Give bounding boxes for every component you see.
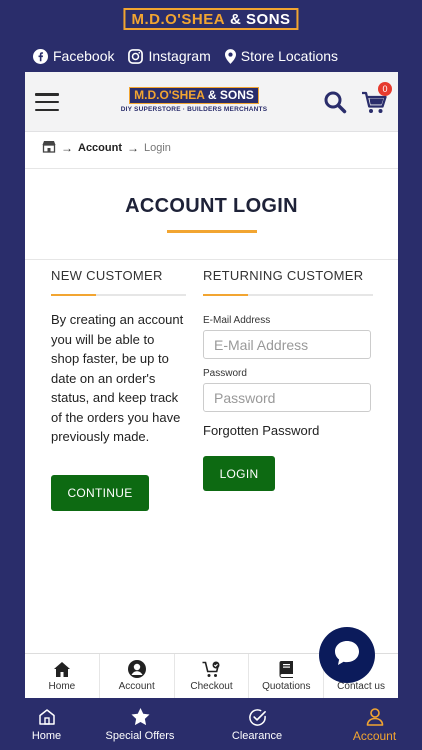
tab-home-label: Home xyxy=(31,730,62,742)
chat-button[interactable] xyxy=(319,627,375,683)
store-locations-label: Store Locations xyxy=(240,48,339,64)
nav-account-label: Account xyxy=(118,681,155,692)
login-button[interactable]: LOGIN xyxy=(203,456,275,491)
person-icon xyxy=(366,705,384,727)
header-logo[interactable]: M.D.O'SHEA & SONS DIY SUPERSTORE · BUILD… xyxy=(119,86,269,116)
brand-logo-part1: M.D.O'SHEA xyxy=(131,10,226,28)
page-title-section: ACCOUNT LOGIN xyxy=(25,168,398,260)
instagram-icon xyxy=(128,48,144,64)
tab-home[interactable]: Home xyxy=(0,698,93,750)
nav-home-label: Home xyxy=(48,681,76,692)
breadcrumb-login: Login xyxy=(144,142,171,154)
breadcrumb-account[interactable]: Account xyxy=(78,142,122,154)
page-title: ACCOUNT LOGIN xyxy=(125,195,298,217)
brand-logo-part2: & SONS xyxy=(230,10,291,28)
location-pin-icon xyxy=(224,48,236,64)
facebook-icon xyxy=(33,48,48,64)
new-customer-section: NEW CUSTOMER By creating an account you … xyxy=(51,268,186,447)
home-icon xyxy=(53,660,70,678)
nav-checkout-label: Checkout xyxy=(190,681,233,692)
returning-customer-heading: RETURNING CUSTOMER xyxy=(203,268,364,283)
search-icon[interactable] xyxy=(323,90,347,114)
breadcrumb-arrow-icon: → xyxy=(61,141,73,155)
new-customer-heading: NEW CUSTOMER xyxy=(51,268,163,283)
tab-clearance[interactable]: Clearance xyxy=(187,698,327,750)
home-outline-icon xyxy=(38,706,56,728)
password-field[interactable]: Password xyxy=(203,383,371,412)
tab-account-label: Account xyxy=(352,729,397,743)
continue-button[interactable]: CONTINUE xyxy=(51,475,149,511)
new-customer-text: By creating an account you will be able … xyxy=(51,312,184,444)
section-divider xyxy=(203,294,373,296)
header-logo-part1: M.D.O'SHEA xyxy=(134,88,205,102)
app-tab-bar: Home Special Offers Clearance Account xyxy=(0,698,422,750)
instagram-label: Instagram xyxy=(148,48,211,64)
star-icon xyxy=(131,706,150,728)
header-logo-tagline: DIY SUPERSTORE · BUILDERS MERCHANTS xyxy=(120,106,268,113)
breadcrumb-arrow-icon: → xyxy=(127,141,139,155)
tab-special-offers[interactable]: Special Offers xyxy=(93,698,187,750)
book-icon xyxy=(278,660,294,678)
header-logo-part2: & SONS xyxy=(207,88,254,102)
menu-icon[interactable] xyxy=(35,93,59,111)
user-circle-icon xyxy=(127,660,146,678)
forgotten-password-link[interactable]: Forgotten Password xyxy=(203,423,373,438)
tab-account[interactable]: Account xyxy=(327,698,422,750)
check-circle-icon xyxy=(248,706,267,728)
password-label: Password xyxy=(203,368,247,379)
cart-check-icon xyxy=(202,660,221,678)
web-page: M.D.O'SHEA & SONS DIY SUPERSTORE · BUILD… xyxy=(25,72,398,698)
nav-checkout[interactable]: Checkout xyxy=(175,654,250,698)
store-home-icon[interactable] xyxy=(42,140,56,156)
store-locations-link[interactable]: Store Locations xyxy=(224,48,339,64)
section-divider xyxy=(51,294,186,296)
tab-clearance-label: Clearance xyxy=(231,730,283,742)
email-label: E-Mail Address xyxy=(203,315,271,326)
email-field[interactable]: E-Mail Address xyxy=(203,330,371,359)
nav-quotations-label: Quotations xyxy=(262,681,311,692)
nav-account[interactable]: Account xyxy=(100,654,175,698)
instagram-link[interactable]: Instagram xyxy=(128,48,211,64)
brand-logo[interactable]: M.D.O'SHEA & SONS xyxy=(123,8,299,30)
social-links: Facebook Instagram Store Locations xyxy=(33,48,402,64)
chat-bubble-icon xyxy=(332,638,362,673)
site-header: M.D.O'SHEA & SONS DIY SUPERSTORE · BUILD… xyxy=(25,72,398,132)
title-underline xyxy=(166,230,257,233)
nav-home[interactable]: Home xyxy=(25,654,100,698)
breadcrumb: → Account → Login xyxy=(42,140,171,156)
nav-quotations[interactable]: Quotations xyxy=(249,654,325,698)
facebook-label: Facebook xyxy=(53,48,115,64)
tab-special-offers-label: Special Offers xyxy=(105,730,175,742)
cart-count-badge: 0 xyxy=(378,82,392,96)
returning-customer-section: RETURNING CUSTOMER E-Mail Address E-Mail… xyxy=(203,268,373,438)
facebook-link[interactable]: Facebook xyxy=(33,48,114,64)
